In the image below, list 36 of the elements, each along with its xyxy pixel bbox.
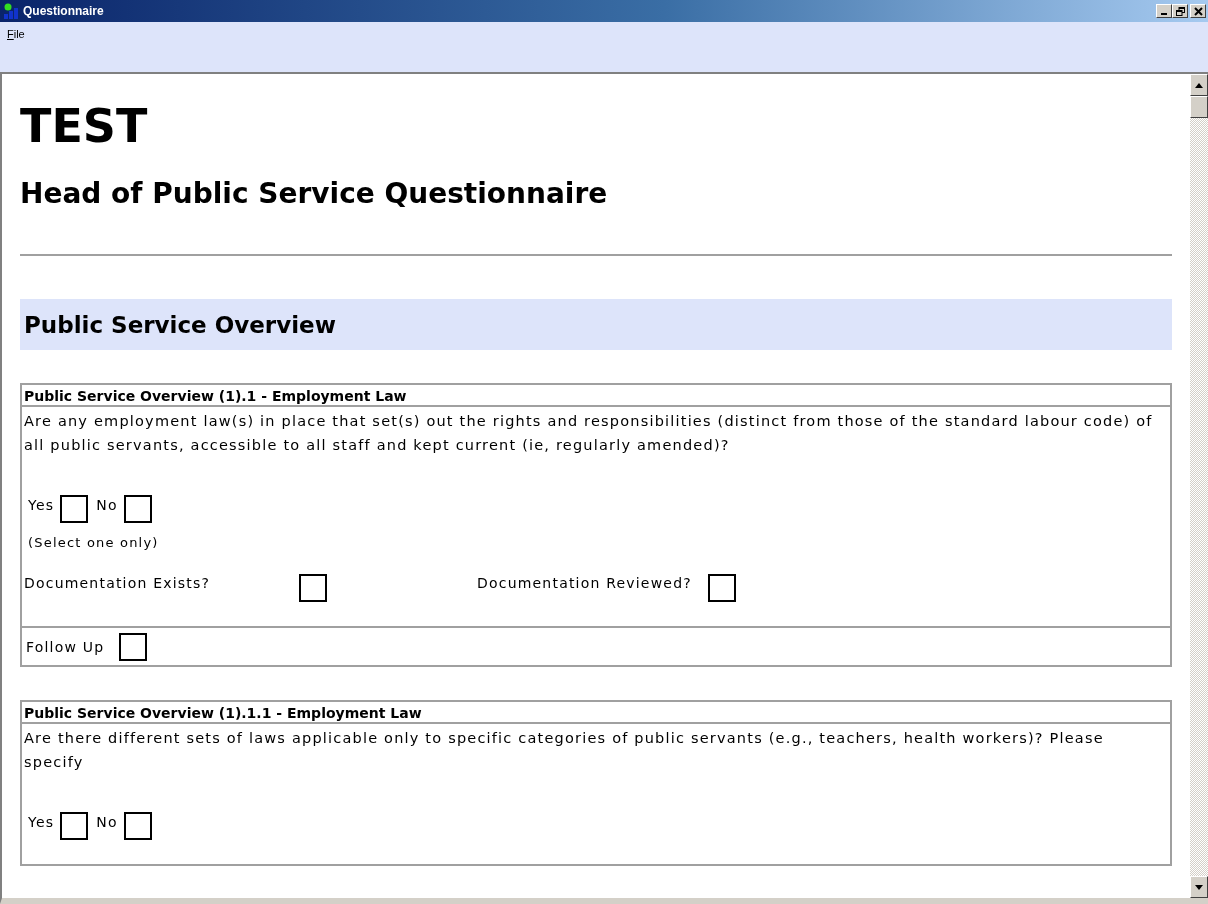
field-label: Documentation Reviewed? xyxy=(477,575,692,591)
field-label: Documentation Exists? xyxy=(24,575,212,591)
section-title: Public Service Overview xyxy=(24,311,336,338)
checkbox[interactable] xyxy=(299,574,327,602)
option-label: Yes xyxy=(28,814,55,830)
question-title: Public Service Overview (1).1.1 - Employment Law xyxy=(22,702,1170,724)
page-subtitle: Head of Public Service Questionnaire xyxy=(20,176,609,212)
checkbox[interactable] xyxy=(119,633,148,661)
up-arrow-icon xyxy=(1195,82,1203,88)
minimize-button[interactable] xyxy=(1156,4,1172,18)
question-text: Are there different sets of laws applicable only to specific categories of public servants (e.g., teachers, health workers)? Please specify xyxy=(24,729,1105,772)
menu-item[interactable]: File xyxy=(6,24,26,42)
scroll-up-button[interactable] xyxy=(1190,74,1208,96)
restore-button[interactable] xyxy=(1172,4,1188,18)
app-icon xyxy=(3,2,19,20)
window-title: Questionnaire xyxy=(23,4,104,18)
question-title: Public Service Overview (1).1 - Employment Law xyxy=(22,385,1170,407)
scroll-down-button[interactable] xyxy=(1190,876,1208,898)
checkbox[interactable] xyxy=(60,495,89,523)
hint-text: (Select one only) xyxy=(27,535,160,550)
checkbox[interactable] xyxy=(123,812,152,840)
close-button[interactable] xyxy=(1190,4,1206,18)
checkbox[interactable] xyxy=(123,495,152,523)
down-arrow-icon xyxy=(1195,884,1203,890)
checkbox[interactable] xyxy=(60,812,89,840)
field-label: Follow Up xyxy=(26,639,105,655)
close-icon xyxy=(1193,6,1203,16)
question-text: Are any employment law(s) in place that set(s) out the rights and responsibilities (distinct from those of the standard labour code) of all public servants, accessible to all staff and kept current (ie, regularly amended)? xyxy=(24,412,1154,455)
restore-icon xyxy=(1175,6,1185,16)
scroll-thumb[interactable] xyxy=(1190,96,1208,118)
checkbox[interactable] xyxy=(707,574,736,602)
option-label: No xyxy=(96,497,118,513)
option-label: Yes xyxy=(28,497,55,513)
vertical-scrollbar[interactable] xyxy=(1190,74,1208,898)
option-label: No xyxy=(96,814,118,830)
page-title: TEST xyxy=(20,98,149,154)
